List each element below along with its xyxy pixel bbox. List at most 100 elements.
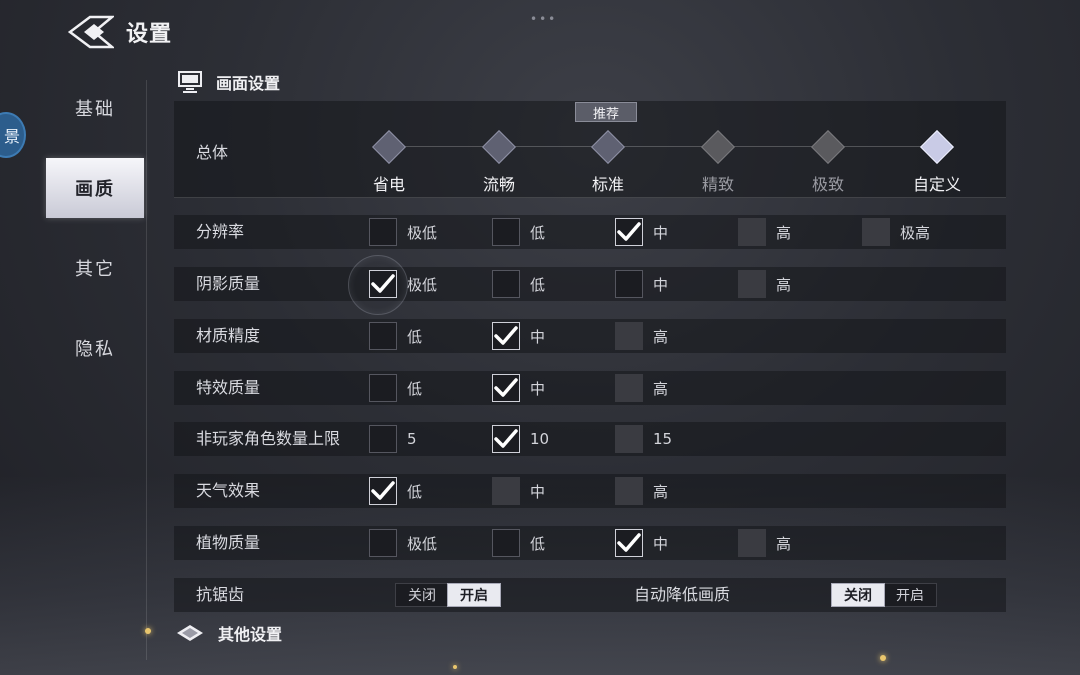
section-other-title: 其他设置	[218, 625, 283, 644]
antialias-off-button[interactable]: 关闭	[396, 584, 448, 606]
setting-option[interactable]: 低	[369, 476, 422, 506]
checkbox[interactable]	[369, 425, 397, 453]
checkbox[interactable]	[492, 374, 520, 402]
sidebar: 基础 画质 其它 隐私	[46, 78, 146, 398]
preset-3[interactable]: 标准	[573, 127, 643, 195]
spark-particle	[145, 628, 151, 634]
sidebar-item-label: 隐私	[75, 339, 115, 360]
preset-label: 极致	[811, 175, 844, 194]
checkbox[interactable]	[492, 529, 520, 557]
option-label: 低	[530, 534, 546, 553]
auto-lower-toggle: 关闭 开启	[831, 583, 937, 607]
header: 设置	[68, 12, 172, 52]
setting-row: 分辨率 极低 低 中 高 极高	[174, 215, 1006, 249]
checkbox[interactable]	[615, 270, 643, 298]
preset-4[interactable]: 精致	[683, 127, 753, 195]
option-label: 中	[653, 275, 669, 294]
spark-particle	[880, 655, 886, 661]
setting-option[interactable]: 中	[615, 217, 668, 247]
setting-label: 阴影质量	[196, 274, 261, 293]
setting-option[interactable]: 低	[492, 269, 545, 299]
overall-panel: 总体 推荐 省电 流畅 标准 精致 极致 自定义	[174, 101, 1006, 198]
checkmark-icon	[617, 533, 641, 552]
auto-lower-off-button[interactable]: 关闭	[831, 583, 885, 607]
setting-option: 极高	[862, 217, 930, 247]
checkbox[interactable]	[369, 477, 397, 505]
option-label: 低	[407, 379, 423, 398]
setting-label: 材质精度	[196, 326, 261, 345]
setting-option[interactable]: 极低	[369, 217, 437, 247]
checkbox	[738, 270, 766, 298]
setting-option[interactable]: 中	[615, 269, 668, 299]
option-label: 极低	[407, 275, 438, 294]
checkbox[interactable]	[492, 270, 520, 298]
drag-handle[interactable]: •••	[530, 12, 557, 26]
checkmark-icon	[494, 326, 518, 345]
auto-lower-on-button[interactable]: 开启	[884, 584, 936, 606]
antialias-on-button[interactable]: 开启	[447, 583, 501, 607]
back-arrow-icon	[68, 15, 114, 49]
setting-option: 15	[615, 424, 672, 454]
page-title: 设置	[126, 22, 173, 47]
spark-particle	[453, 665, 457, 669]
setting-option[interactable]: 极低	[369, 528, 437, 558]
checkbox[interactable]	[492, 218, 520, 246]
option-label: 高	[776, 534, 792, 553]
setting-row: 非玩家角色数量上限 5 10 15	[174, 422, 1006, 456]
setting-option[interactable]: 中	[615, 528, 668, 558]
checkbox	[615, 425, 643, 453]
auto-lower-label: 自动降低画质	[634, 585, 731, 604]
option-label: 低	[530, 223, 546, 242]
setting-option[interactable]: 中	[492, 373, 545, 403]
setting-option[interactable]: 5	[369, 424, 417, 454]
setting-option: 高	[738, 217, 791, 247]
option-label: 极低	[407, 223, 438, 242]
checkbox[interactable]	[369, 322, 397, 350]
checkbox[interactable]	[492, 425, 520, 453]
setting-row: 材质精度 低 中 高	[174, 319, 1006, 353]
preset-2[interactable]: 流畅	[464, 127, 534, 195]
setting-option[interactable]: 低	[369, 373, 422, 403]
option-label: 极高	[900, 223, 931, 242]
sidebar-item-2[interactable]: 画质	[46, 158, 144, 218]
back-button[interactable]	[68, 13, 114, 51]
section-other-header[interactable]: 其他设置	[176, 621, 282, 645]
setting-option[interactable]: 中	[492, 321, 545, 351]
checkbox	[862, 218, 890, 246]
preset-label: 标准	[591, 175, 624, 194]
preset-label: 流畅	[482, 175, 515, 194]
sidebar-item-4[interactable]: 隐私	[46, 318, 144, 378]
edge-tab-icon[interactable]: 景	[0, 112, 26, 158]
diamond-icon	[177, 625, 203, 641]
setting-option: 高	[615, 321, 668, 351]
setting-option[interactable]: 10	[492, 424, 549, 454]
setting-option: 高	[615, 373, 668, 403]
antialias-label: 抗锯齿	[196, 585, 245, 604]
checkmark-icon	[371, 481, 395, 500]
sidebar-item-3[interactable]: 其它	[46, 238, 144, 298]
setting-label: 特效质量	[196, 378, 261, 397]
recommend-badge: 推荐	[575, 102, 637, 122]
checkbox[interactable]	[615, 218, 643, 246]
setting-row: 天气效果 低 中 高	[174, 474, 1006, 508]
sidebar-item-label: 基础	[75, 99, 115, 120]
setting-option[interactable]: 低	[492, 217, 545, 247]
checkbox[interactable]	[492, 322, 520, 350]
checkbox[interactable]	[369, 529, 397, 557]
checkbox[interactable]	[369, 218, 397, 246]
option-label: 中	[530, 482, 546, 501]
setting-option[interactable]: 低	[369, 321, 422, 351]
checkmark-icon	[494, 429, 518, 448]
preset-5[interactable]: 极致	[793, 127, 863, 195]
preset-6[interactable]: 自定义	[902, 127, 972, 195]
setting-option[interactable]: 低	[492, 528, 545, 558]
sidebar-item-1[interactable]: 基础	[46, 78, 144, 138]
setting-row: 特效质量 低 中 高	[174, 371, 1006, 405]
checkbox[interactable]	[615, 529, 643, 557]
option-label: 低	[530, 275, 546, 294]
checkbox	[738, 218, 766, 246]
checkbox[interactable]	[369, 374, 397, 402]
preset-1[interactable]: 省电	[354, 127, 424, 195]
option-label: 高	[653, 327, 669, 346]
preset-label: 省电	[372, 175, 405, 194]
